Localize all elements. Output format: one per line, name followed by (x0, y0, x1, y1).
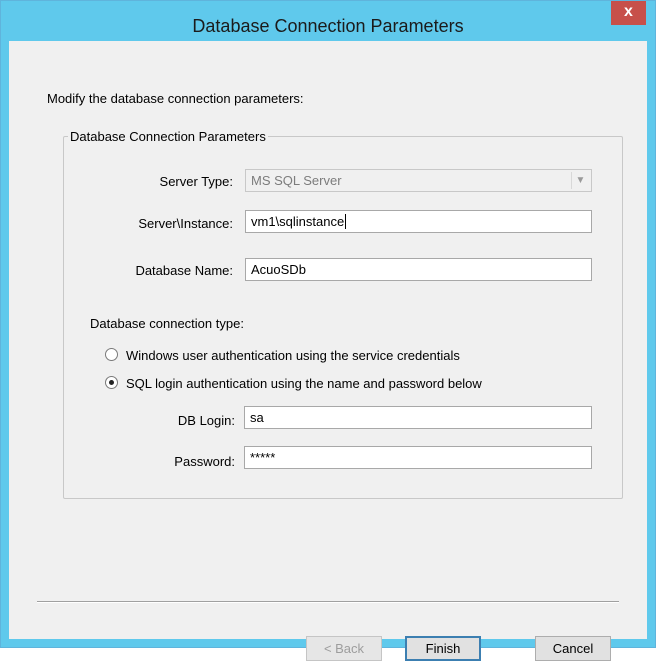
server-instance-label: Server\Instance: (138, 216, 233, 231)
radio-windows-auth-button[interactable] (105, 348, 118, 361)
password-label: Password: (174, 454, 235, 469)
db-login-label: DB Login: (177, 413, 235, 428)
radio-windows-auth-label: Windows user authentication using the se… (126, 348, 460, 363)
close-icon: x (624, 3, 633, 20)
back-button[interactable]: < Back (306, 636, 382, 661)
close-button[interactable]: x (611, 1, 646, 25)
server-type-label: Server Type: (159, 174, 233, 189)
password-value: ***** (250, 450, 276, 465)
radio-windows-auth[interactable]: Windows user authentication using the se… (105, 348, 460, 363)
server-instance-input[interactable]: vm1\sqlinstance (245, 210, 592, 233)
window-title: Database Connection Parameters (192, 16, 464, 36)
server-type-dropdown: MS SQL Server ▼ (245, 169, 592, 192)
chevron-down-icon: ▼ (571, 172, 589, 189)
server-instance-value: vm1\sqlinstance (251, 214, 345, 229)
connection-type-label: Database connection type: (90, 316, 244, 331)
db-login-input[interactable]: sa (244, 406, 592, 429)
group-legend: Database Connection Parameters (70, 129, 266, 144)
dialog-window: Database Connection Parameters x Modify … (0, 0, 656, 661)
database-name-label: Database Name: (135, 263, 233, 278)
database-name-value: AcuoSDb (251, 262, 306, 277)
radio-sql-auth-button[interactable] (105, 376, 118, 389)
radio-sql-auth-label: SQL login authentication using the name … (126, 376, 482, 391)
text-cursor (345, 214, 347, 229)
password-input[interactable]: ***** (244, 446, 592, 469)
finish-button[interactable]: Finish (405, 636, 481, 661)
radio-sql-auth[interactable]: SQL login authentication using the name … (105, 376, 482, 391)
title-bar[interactable]: Database Connection Parameters x (1, 1, 655, 41)
footer-separator (37, 601, 619, 603)
server-type-value: MS SQL Server (251, 173, 342, 188)
dialog-client-area: Modify the database connection parameter… (9, 41, 647, 661)
database-name-input[interactable]: AcuoSDb (245, 258, 592, 281)
intro-text: Modify the database connection parameter… (47, 91, 304, 106)
cancel-button[interactable]: Cancel (535, 636, 611, 661)
db-login-value: sa (250, 410, 264, 425)
